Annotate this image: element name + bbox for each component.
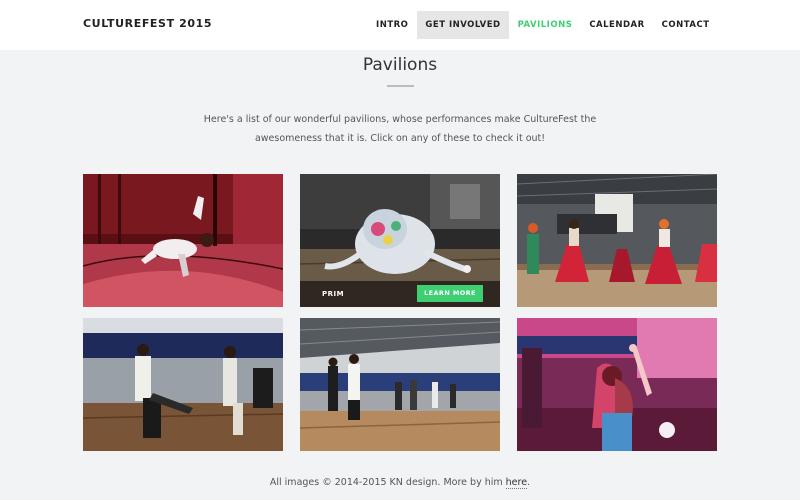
footer-credits: All images © 2014-2015 KN design. More b… xyxy=(0,477,800,489)
pavilion-photo-gym-dance xyxy=(83,318,283,451)
footer-text: All images © 2014-2015 KN design. More b… xyxy=(269,477,503,488)
footer-link-here[interactable]: here xyxy=(505,477,528,489)
title-divider xyxy=(387,85,414,87)
nav-item-calendar[interactable]: CALENDAR xyxy=(581,11,653,39)
pavilion-tile-4[interactable] xyxy=(83,318,283,451)
pavilion-photo-couple-dance xyxy=(517,318,717,451)
pavilion-tile-2[interactable]: PRIM LEARN MORE xyxy=(300,174,500,307)
page-title: Pavilions xyxy=(362,55,438,75)
pavilion-tile-1[interactable] xyxy=(83,174,283,307)
pavilion-photo-gym-performance xyxy=(300,318,500,451)
footer-period: . xyxy=(527,477,531,488)
top-navbar: CULTUREFEST 2015 INTRO GET INVOLVED PAVI… xyxy=(0,0,800,50)
pavilion-photo-breakdance xyxy=(83,174,283,307)
pavilion-tile-5[interactable] xyxy=(300,318,500,451)
nav-item-get-involved[interactable]: GET INVOLVED xyxy=(416,11,510,39)
brand-logo-text[interactable]: CULTUREFEST 2015 xyxy=(83,17,212,30)
nav-item-contact[interactable]: CONTACT xyxy=(653,11,718,39)
tile-hover-overlay: PRIM LEARN MORE xyxy=(300,281,500,307)
learn-more-button[interactable]: LEARN MORE xyxy=(417,285,483,302)
pavilion-tile-3[interactable] xyxy=(517,174,717,307)
main-nav: INTRO GET INVOLVED PAVILIONS CALENDAR CO… xyxy=(368,11,718,39)
pavilion-name: PRIM xyxy=(322,290,345,298)
intro-line-2: awesomeness that it is. Click on any of … xyxy=(254,133,546,144)
pavilion-photo-folk-dance xyxy=(517,174,717,307)
nav-item-pavilions[interactable]: PAVILIONS xyxy=(509,11,581,39)
nav-item-intro[interactable]: INTRO xyxy=(368,11,417,39)
intro-line-1: Here's a list of our wonderful pavilions… xyxy=(203,114,597,125)
pavilion-tile-6[interactable] xyxy=(517,318,717,451)
intro-text: Here's a list of our wonderful pavilions… xyxy=(200,110,600,148)
